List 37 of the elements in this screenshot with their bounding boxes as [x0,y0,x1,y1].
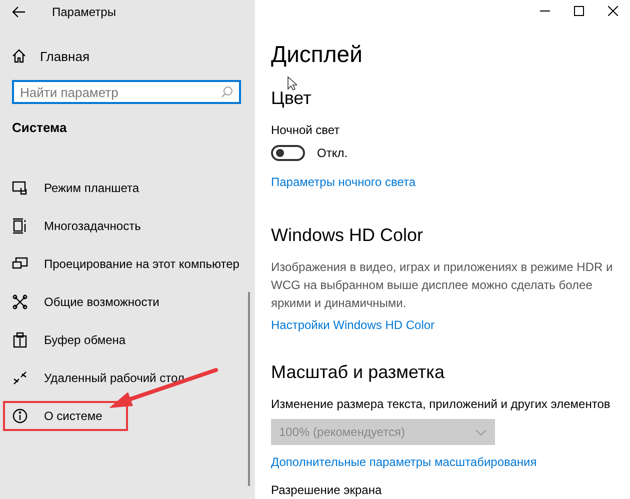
mouse-cursor-icon [287,76,297,91]
settings-link[interactable]: Дополнительные параметры масштабирования [271,455,630,469]
nav-item[interactable]: Общие возможности [3,287,168,317]
nav-item[interactable]: Режим планшета [3,173,148,203]
page-title: Дисплей [271,41,364,68]
nav-item[interactable]: Многозадачность [3,211,150,241]
setting-label: Разрешение экрана [271,483,383,497]
section-heading: Система [11,120,68,135]
search-field[interactable]: Найти параметр [12,80,241,104]
setting-label: Изменение размера текста, приложений и других элементов [271,397,612,411]
back-icon[interactable] [12,6,26,18]
search-icon [221,86,233,98]
home-icon [12,49,26,63]
toggle-state: Откл. [317,146,348,160]
description-text: Изображения в видео, играх и приложениях в режиме HDR и WCG на выбранном выше дисплее можно сделать более яркими и динамичными. [271,259,614,312]
section-heading: Масштаб и разметка [271,362,446,383]
settings-link[interactable]: Настройки Windows HD Color [271,318,630,332]
nav-item[interactable]: Проецирование на этот компьютер [3,249,248,279]
info-icon [12,408,28,424]
multitask-icon [12,218,28,234]
scrollbar[interactable] [248,292,250,486]
close-icon [608,6,618,16]
clipboard-icon [12,332,28,348]
maximize-icon [574,6,584,16]
section-heading: Цвет [271,88,312,109]
nav-item[interactable]: О системе [3,401,128,431]
chevron-icon [475,428,487,436]
tablet-icon [12,180,28,196]
network-icon [12,294,28,310]
remote-icon [12,370,28,386]
settings-link[interactable]: Параметры ночного света [271,175,630,189]
section-heading: Windows HD Color [271,225,424,246]
home-nav-item[interactable]: Главная [0,46,255,66]
setting-label: Ночной свет [271,123,341,137]
window-title: Параметры [52,5,116,19]
nav-item[interactable]: Буфер обмена [3,325,135,355]
toggle-switch[interactable] [271,145,305,161]
